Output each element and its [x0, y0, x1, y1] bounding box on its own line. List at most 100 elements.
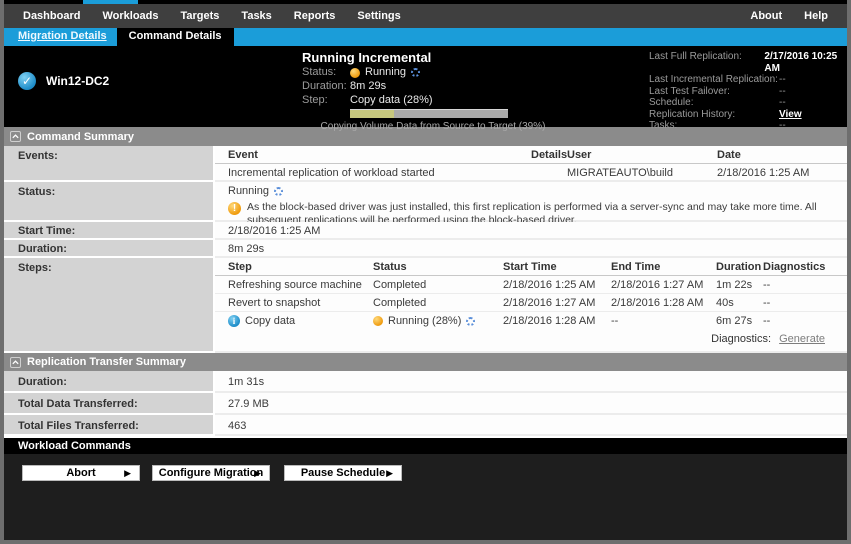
- total-data-row: Total Data Transferred: 27.9 MB: [4, 393, 847, 415]
- replication-history-label: Replication History:: [649, 109, 779, 121]
- workload-commands-area: Abort ▶ Configure Migration ▶ Pause Sche…: [4, 454, 847, 540]
- main-nav: Dashboard Workloads Targets Tasks Report…: [4, 4, 847, 28]
- diagnostics-label: Diagnostics:: [711, 333, 771, 345]
- command-status-block: Running Incremental Status: Running Dura…: [302, 50, 564, 132]
- step-table-row: i Copy data Running (28%) 2/18/2016 1:28…: [215, 312, 847, 330]
- command-summary-title: Command Summary: [27, 131, 134, 143]
- active-nav-indicator: [83, 0, 138, 4]
- progress-caption: Copying Volume Data from Source to Targe…: [302, 121, 564, 132]
- summary-duration-value: 8m 29s: [215, 240, 847, 258]
- running-status-dot-icon: [373, 316, 383, 326]
- top-navigation: Dashboard Workloads Targets Tasks Report…: [4, 0, 847, 28]
- step-label: Step:: [302, 94, 350, 107]
- steps-row: Steps: Step Status Start Time End Time D…: [4, 258, 847, 353]
- summary-status-label: Status:: [4, 182, 215, 222]
- progress-bar: [350, 109, 508, 118]
- steps-content: Step Status Start Time End Time Duration…: [215, 258, 847, 353]
- nav-item-dashboard[interactable]: Dashboard: [12, 10, 91, 22]
- nav-item-about[interactable]: About: [739, 10, 793, 22]
- step-table-row: Revert to snapshot Completed 2/18/2016 1…: [215, 294, 847, 312]
- replication-summary-block: Last Full Replication:2/17/2016 10:25 AM…: [649, 51, 845, 132]
- duration-value: 8m 29s: [350, 80, 386, 93]
- detail-tabs: Migration Details Command Details: [4, 28, 847, 46]
- spinner-icon: [274, 187, 283, 196]
- total-files-row: Total Files Transferred: 463: [4, 415, 847, 436]
- nav-item-reports[interactable]: Reports: [283, 10, 347, 22]
- total-files-value: 463: [215, 415, 847, 436]
- status-row: Status: Running ! As the block-based dri…: [4, 182, 847, 222]
- step-value: Copy data (28%): [350, 94, 433, 107]
- collapse-icon[interactable]: [10, 131, 21, 142]
- last-incremental-replication-label: Last Incremental Replication:: [649, 74, 779, 86]
- status-label: Status:: [302, 66, 350, 79]
- schedule-label: Schedule:: [649, 97, 779, 109]
- nav-item-tasks[interactable]: Tasks: [230, 10, 282, 22]
- steps-col-start: Start Time: [503, 258, 611, 276]
- transfer-duration-row: Duration: 1m 31s: [4, 371, 847, 393]
- steps-col-end: End Time: [611, 258, 716, 276]
- step-table-row: Refreshing source machine Completed 2/18…: [215, 276, 847, 294]
- events-col-user: User: [567, 146, 717, 164]
- event-table-row: Incremental replication of workload star…: [215, 164, 847, 182]
- steps-label: Steps:: [4, 258, 215, 353]
- nav-item-help[interactable]: Help: [793, 10, 839, 22]
- abort-button[interactable]: Abort ▶: [22, 465, 140, 481]
- pause-schedule-button[interactable]: Pause Schedule ▶: [284, 465, 402, 481]
- last-full-replication-label: Last Full Replication:: [649, 51, 764, 74]
- events-col-date: Date: [717, 146, 847, 164]
- last-test-failover-value: --: [779, 86, 786, 98]
- events-table: Event Details User Date Incremental repl…: [215, 146, 847, 181]
- collapse-icon[interactable]: [10, 357, 21, 368]
- generate-diagnostics-link[interactable]: Generate: [779, 333, 825, 345]
- tab-migration-details[interactable]: Migration Details: [4, 28, 117, 46]
- transfer-duration-value: 1m 31s: [215, 371, 847, 393]
- start-time-label: Start Time:: [4, 222, 215, 240]
- nav-item-targets[interactable]: Targets: [170, 10, 231, 22]
- tab-command-details[interactable]: Command Details: [117, 28, 234, 46]
- nav-item-workloads[interactable]: Workloads: [91, 10, 169, 22]
- tasks-value: --: [779, 120, 786, 132]
- steps-col-status: Status: [373, 258, 503, 276]
- workload-commands-title: Workload Commands: [18, 440, 131, 452]
- total-data-label: Total Data Transferred:: [4, 393, 215, 415]
- events-content: Event Details User Date Incremental repl…: [215, 146, 847, 182]
- duration-row: Duration: 8m 29s: [4, 240, 847, 258]
- info-icon: i: [228, 315, 240, 327]
- diagnostics-line: Diagnostics: Generate: [215, 329, 847, 345]
- configure-migration-button[interactable]: Configure Migration ▶: [152, 465, 270, 481]
- duration-label: Duration:: [302, 80, 350, 93]
- status-dot-icon: [350, 68, 360, 78]
- total-data-value: 27.9 MB: [215, 393, 847, 415]
- steps-col-diagnostics: Diagnostics: [763, 258, 847, 276]
- events-label: Events:: [4, 146, 215, 182]
- last-test-failover-label: Last Test Failover:: [649, 86, 779, 98]
- warning-icon: !: [228, 202, 241, 215]
- status-value: Running: [350, 66, 420, 79]
- workload-block: ✓ Win12-DC2: [18, 72, 109, 90]
- replication-history-view-link[interactable]: View: [779, 109, 802, 121]
- steps-table: Step Status Start Time End Time Duration…: [215, 258, 847, 329]
- last-full-replication-value: 2/17/2016 10:25 AM: [764, 51, 845, 74]
- arrow-right-icon: ▶: [386, 468, 393, 479]
- app-window: Dashboard Workloads Targets Tasks Report…: [4, 0, 847, 540]
- events-col-details: Details: [531, 146, 567, 164]
- events-col-event: Event: [215, 146, 531, 164]
- summary-duration-label: Duration:: [4, 240, 215, 258]
- transfer-summary-header: Replication Transfer Summary: [4, 353, 847, 371]
- schedule-value: --: [779, 97, 786, 109]
- command-header: ✓ Win12-DC2 Running Incremental Status: …: [4, 46, 847, 127]
- check-icon: ✓: [18, 72, 36, 90]
- progress-bar-fill: [350, 110, 394, 118]
- command-title: Running Incremental: [302, 50, 564, 65]
- arrow-right-icon: ▶: [254, 468, 261, 479]
- workload-commands-header: Workload Commands: [4, 436, 847, 454]
- start-time-row: Start Time: 2/18/2016 1:25 AM: [4, 222, 847, 240]
- transfer-duration-label: Duration:: [4, 371, 215, 393]
- workload-name: Win12-DC2: [46, 74, 109, 88]
- steps-col-step: Step: [215, 258, 373, 276]
- transfer-summary-title: Replication Transfer Summary: [27, 356, 186, 368]
- nav-item-settings[interactable]: Settings: [346, 10, 411, 22]
- start-time-value: 2/18/2016 1:25 AM: [215, 222, 847, 240]
- summary-status-content: Running ! As the block-based driver was …: [215, 182, 847, 222]
- summary-status-value: Running: [228, 185, 269, 197]
